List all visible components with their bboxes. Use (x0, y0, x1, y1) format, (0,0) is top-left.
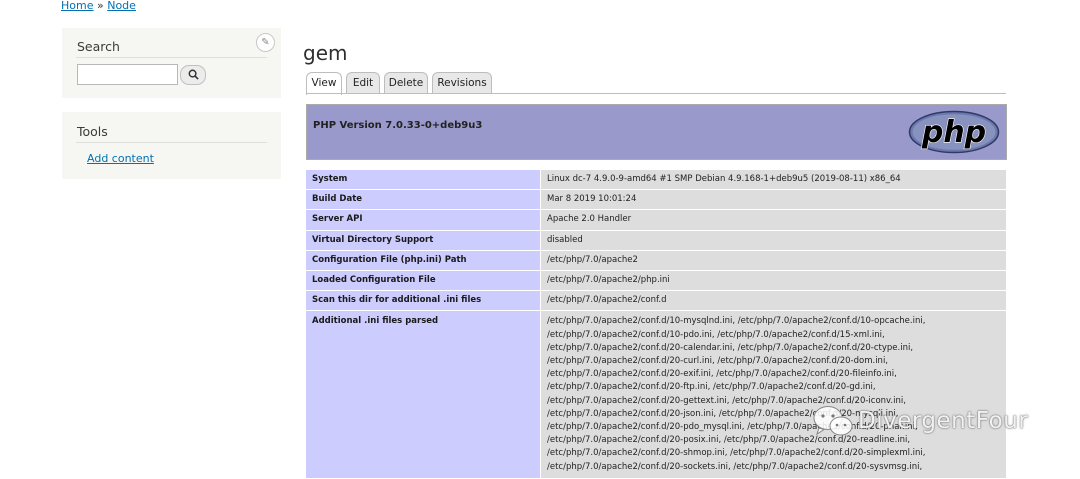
php-version-header: PHP Version 7.0.33-0+deb9u3 php (306, 104, 1007, 160)
table-row-key: Scan this dir for additional .ini files (306, 291, 540, 311)
table-row: Loaded Configuration File/etc/php/7.0/ap… (306, 271, 1006, 291)
watermark-text: DivergentFour (858, 408, 1029, 434)
breadcrumb-separator: » (96, 0, 104, 12)
search-icon (188, 69, 199, 80)
table-row-key: Additional .ini files parsed (306, 311, 540, 478)
table-row-value: Apache 2.0 Handler (540, 210, 1006, 230)
page-title: gem (303, 41, 348, 65)
tab-revisions[interactable]: Revisions (432, 72, 492, 93)
ini-file-line: /etc/php/7.0/apache2/conf.d/20-gettext.i… (547, 395, 906, 406)
ini-file-line: /etc/php/7.0/apache2/conf.d/20-sockets.i… (547, 461, 923, 472)
table-row-key: System (306, 170, 540, 190)
php-logo-text: php (921, 115, 986, 150)
tools-block-title: Tools (77, 124, 108, 139)
search-input[interactable] (77, 64, 178, 85)
pencil-icon[interactable]: ✎ (256, 33, 275, 52)
ini-file-line: /etc/php/7.0/apache2/conf.d/20-calendar.… (547, 342, 914, 353)
breadcrumb-node-link[interactable]: Node (107, 0, 136, 12)
ini-file-line: /etc/php/7.0/apache2/conf.d/10-pdo.ini, … (547, 329, 885, 340)
table-row-value: /etc/php/7.0/apache2/php.ini (540, 271, 1006, 291)
php-logo: php (908, 110, 1000, 154)
table-row-key: Virtual Directory Support (306, 230, 540, 250)
add-content-link[interactable]: Add content (87, 152, 154, 165)
search-block-title: Search (77, 39, 120, 54)
search-block: Search ✎ (62, 28, 281, 98)
tab-delete[interactable]: Delete (384, 72, 428, 93)
divider (76, 142, 267, 143)
search-button[interactable] (180, 65, 206, 85)
table-row-value: Linux dc-7 4.9.0-9-amd64 #1 SMP Debian 4… (540, 170, 1006, 190)
table-row-value: disabled (540, 230, 1006, 250)
table-row-value: /etc/php/7.0/apache2 (540, 250, 1006, 271)
ini-file-line: /etc/php/7.0/apache2/conf.d/20-ftp.ini, … (547, 382, 876, 393)
tab-divider (306, 93, 1006, 94)
php-version-text: PHP Version 7.0.33-0+deb9u3 (313, 120, 483, 131)
table-row-value: Mar 8 2019 10:01:24 (540, 190, 1006, 210)
wechat-icon (813, 406, 853, 436)
tab-view[interactable]: View (306, 72, 342, 95)
table-row-key: Configuration File (php.ini) Path (306, 250, 540, 271)
breadcrumb: Home » Node (61, 0, 136, 12)
table-row: Scan this dir for additional .ini files /… (306, 291, 1006, 311)
ini-file-line: /etc/php/7.0/apache2/conf.d/20-posix.ini… (547, 435, 911, 446)
ini-file-line: /etc/php/7.0/apache2/conf.d/20-shmop.ini… (547, 448, 926, 459)
ini-file-line: /etc/php/7.0/apache2/conf.d/20-curl.ini,… (547, 356, 889, 367)
ini-file-line: /etc/php/7.0/apache2/conf.d/10-mysqlnd.i… (547, 316, 926, 327)
table-row-key: Server API (306, 210, 540, 230)
breadcrumb-home-link[interactable]: Home (61, 0, 93, 12)
table-row: Server API Apache 2.0 Handler (306, 210, 1006, 230)
table-row: Additional .ini files parsed/etc/php/7.0… (306, 311, 1006, 478)
divider (76, 57, 267, 58)
ini-file-line: /etc/php/7.0/apache2/conf.d/20-exif.ini,… (547, 369, 897, 380)
table-row-key: Loaded Configuration File (306, 271, 540, 291)
ini-files-list: /etc/php/7.0/apache2/conf.d/10-mysqlnd.i… (540, 311, 1006, 478)
table-row: Build Date Mar 8 2019 10:01:24 (306, 190, 1006, 210)
table-row: Virtual Directory Support disabled (306, 230, 1006, 250)
table-row: System Linux dc-7 4.9.0-9-amd64 #1 SMP De… (306, 170, 1006, 190)
table-row-key: Build Date (306, 190, 540, 210)
table-row: Configuration File (php.ini) Path/etc/ph… (306, 250, 1006, 271)
tab-edit[interactable]: Edit (346, 72, 380, 93)
table-row-value: /etc/php/7.0/apache2/conf.d (540, 291, 1006, 311)
tools-block: Tools Add content (62, 112, 281, 179)
